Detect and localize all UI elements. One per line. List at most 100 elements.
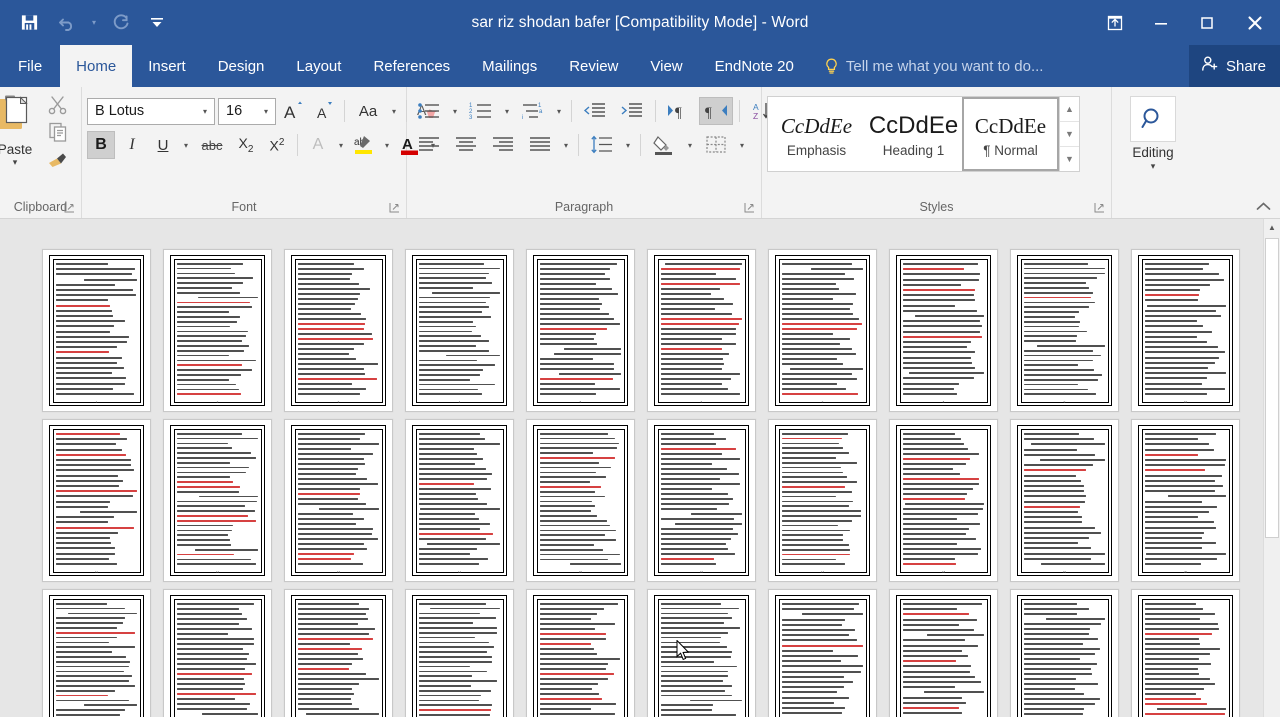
page-surface[interactable]: 14 [405, 419, 514, 582]
page-thumbnail[interactable]: 4 [405, 249, 526, 419]
undo-icon[interactable] [48, 8, 86, 38]
style-item-heading-1[interactable]: CcDdEe Heading 1 [865, 97, 962, 171]
page-surface[interactable]: 16 [647, 419, 756, 582]
justify-button[interactable] [523, 131, 557, 159]
page-thumbnail[interactable]: 23 [284, 589, 405, 717]
page-surface[interactable]: 7 [768, 249, 877, 412]
page-surface[interactable]: 29 [1010, 589, 1119, 717]
subscript-button[interactable]: X2 [232, 131, 260, 159]
page-thumbnail[interactable]: 22 [163, 589, 284, 717]
font-size-caret-icon[interactable]: ▾ [257, 99, 275, 124]
page-thumbnail[interactable]: 17 [768, 419, 889, 589]
styles-more-icon[interactable]: ▼ [1060, 146, 1079, 171]
page-thumbnail[interactable]: 16 [647, 419, 768, 589]
page-surface[interactable]: 22 [163, 589, 272, 717]
page-surface[interactable]: 23 [284, 589, 393, 717]
clipboard-dialog-launcher-icon[interactable] [64, 202, 76, 214]
editing-caret-icon[interactable]: ▾ [1151, 161, 1156, 172]
font-size-combobox[interactable]: 16 ▾ [218, 97, 276, 125]
page-surface[interactable]: 11 [42, 419, 151, 582]
minimize-icon[interactable] [1138, 0, 1184, 45]
shrink-font-button[interactable]: A [310, 97, 338, 125]
page-thumbnail[interactable]: 5 [526, 249, 647, 419]
page-thumbnail[interactable]: 13 [284, 419, 405, 589]
page-thumbnail[interactable]: 19 [1010, 419, 1131, 589]
page-thumbnail[interactable]: 7 [768, 249, 889, 419]
superscript-button[interactable]: X2 [263, 131, 291, 159]
page-thumbnail[interactable]: 26 [647, 589, 768, 717]
change-case-caret-icon[interactable]: ▾ [388, 98, 400, 124]
vertical-scrollbar[interactable]: ▲ [1263, 219, 1280, 717]
customize-quick-access-icon[interactable] [140, 8, 174, 38]
shading-caret-icon[interactable]: ▾ [684, 132, 696, 158]
text-highlight-button[interactable]: ab [350, 131, 378, 159]
page-thumbnail[interactable]: 8 [889, 249, 1010, 419]
page-thumbnail[interactable]: 25 [526, 589, 647, 717]
copy-button[interactable] [47, 122, 69, 145]
multilevel-list-button[interactable]: 1 a i [516, 97, 550, 125]
format-painter-button[interactable] [47, 150, 69, 172]
page-surface[interactable]: 15 [526, 419, 635, 582]
page-surface[interactable]: 21 [42, 589, 151, 717]
align-right-button[interactable] [486, 131, 520, 159]
right-to-left-text-button[interactable]: ¶ [699, 97, 733, 125]
page-surface[interactable]: 13 [284, 419, 393, 582]
tab-references[interactable]: References [357, 45, 466, 87]
tab-file[interactable]: File [0, 45, 60, 87]
page-thumbnail[interactable]: 18 [889, 419, 1010, 589]
save-icon[interactable] [10, 8, 48, 38]
decrease-indent-button[interactable] [578, 97, 612, 125]
justify-caret-icon[interactable]: ▾ [560, 132, 572, 158]
page-surface[interactable]: 1 [42, 249, 151, 412]
line-spacing-caret-icon[interactable]: ▾ [622, 132, 634, 158]
page-surface[interactable]: 24 [405, 589, 514, 717]
paragraph-dialog-launcher-icon[interactable] [744, 202, 756, 214]
page-thumbnail[interactable]: 6 [647, 249, 768, 419]
page-thumbnail[interactable]: 15 [526, 419, 647, 589]
increase-indent-button[interactable] [615, 97, 649, 125]
tab-endnote-20[interactable]: EndNote 20 [699, 45, 810, 87]
scroll-up-arrow-icon[interactable]: ▲ [1264, 219, 1280, 236]
close-icon[interactable] [1230, 0, 1280, 45]
page-thumbnail[interactable]: 1 [42, 249, 163, 419]
tab-layout[interactable]: Layout [280, 45, 357, 87]
underline-caret-icon[interactable]: ▾ [180, 132, 192, 158]
left-to-right-text-button[interactable]: ¶ [662, 97, 696, 125]
multilevel-caret-icon[interactable]: ▾ [553, 98, 565, 124]
page-surface[interactable]: 28 [889, 589, 998, 717]
align-left-button[interactable] [412, 131, 446, 159]
font-dialog-launcher-icon[interactable] [389, 202, 401, 214]
page-thumbnail[interactable]: 20 [1131, 419, 1252, 589]
styles-scroll-up-icon[interactable]: ▲ [1060, 97, 1079, 121]
page-thumbnail[interactable]: 11 [42, 419, 163, 589]
align-center-button[interactable] [449, 131, 483, 159]
tell-me-search[interactable]: Tell me what you want to do... [810, 45, 1054, 87]
page-thumbnail[interactable]: 27 [768, 589, 889, 717]
line-spacing-button[interactable] [585, 131, 619, 159]
page-surface[interactable]: 18 [889, 419, 998, 582]
italic-button[interactable]: I [118, 131, 146, 159]
page-surface[interactable]: 3 [284, 249, 393, 412]
page-thumbnail[interactable]: 21 [42, 589, 163, 717]
shading-button[interactable] [647, 131, 681, 159]
page-surface[interactable]: 8 [889, 249, 998, 412]
page-surface[interactable]: 25 [526, 589, 635, 717]
bullets-caret-icon[interactable]: ▾ [449, 98, 461, 124]
text-effects-caret-icon[interactable]: ▾ [335, 132, 347, 158]
page-surface[interactable]: 9 [1010, 249, 1119, 412]
tab-design[interactable]: Design [202, 45, 281, 87]
page-thumbnail[interactable]: 10 [1131, 249, 1252, 419]
numbering-button[interactable]: 1 2 3 [464, 97, 498, 125]
undo-dropdown-caret-icon[interactable]: ▾ [86, 8, 102, 38]
page-surface[interactable]: 4 [405, 249, 514, 412]
bullets-button[interactable] [412, 97, 446, 125]
highlight-caret-icon[interactable]: ▾ [381, 132, 393, 158]
page-thumbnail[interactable]: 29 [1010, 589, 1131, 717]
tab-mailings[interactable]: Mailings [466, 45, 553, 87]
tab-insert[interactable]: Insert [132, 45, 202, 87]
page-surface[interactable]: 26 [647, 589, 756, 717]
editing-button[interactable]: Editing ▾ [1117, 96, 1189, 172]
paste-dropdown-caret-icon[interactable]: ▾ [0, 157, 47, 167]
paste-button[interactable]: Paste ▾ [0, 94, 47, 167]
page-surface[interactable]: 20 [1131, 419, 1240, 582]
